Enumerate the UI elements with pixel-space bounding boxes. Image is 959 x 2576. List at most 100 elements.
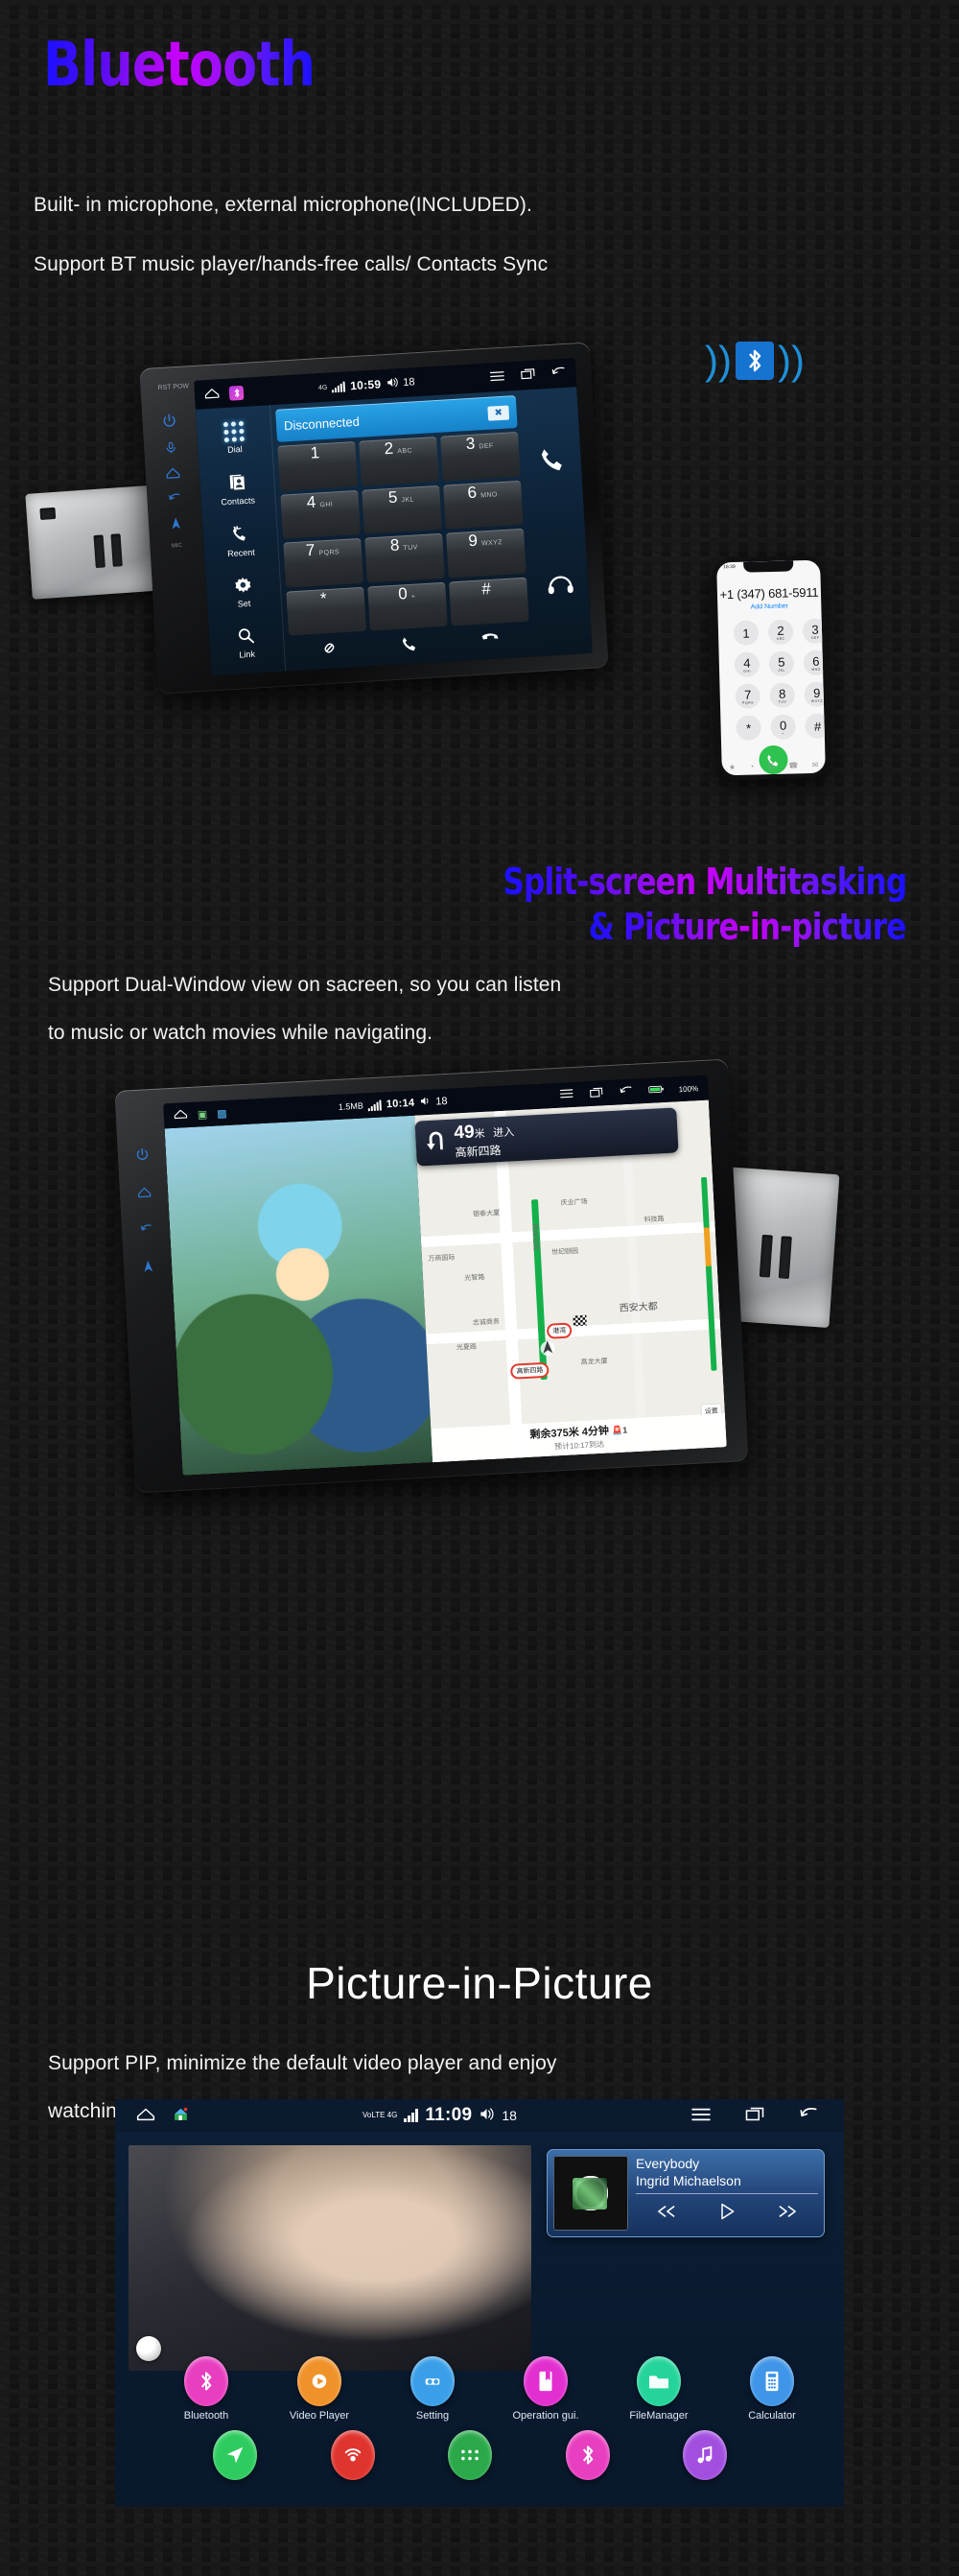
video-icon	[297, 2356, 341, 2406]
phone-tab[interactable]: ★	[729, 763, 736, 771]
keypad-key[interactable]: 0 +	[367, 581, 448, 631]
phone-key[interactable]: *	[736, 715, 761, 741]
playback-controls[interactable]	[636, 2196, 818, 2231]
phone-tab[interactable]: ◔	[749, 762, 754, 770]
home-button[interactable]	[165, 466, 180, 480]
backspace-button[interactable]: ✖	[487, 404, 510, 421]
app-bluetooth[interactable]: Bluetooth	[173, 2356, 240, 2422]
bluetooth-app-icon[interactable]	[228, 385, 245, 401]
pip-drag-handle[interactable]	[136, 2336, 161, 2361]
link-icon[interactable]	[320, 638, 339, 662]
keypad-dots-icon	[222, 421, 246, 443]
headset-icon[interactable]	[547, 571, 575, 601]
app-bluetooth-2[interactable]	[554, 2430, 621, 2480]
app-all-apps[interactable]	[436, 2430, 503, 2480]
app-navigation[interactable]	[201, 2430, 269, 2480]
keypad-key[interactable]: #	[449, 577, 529, 626]
map-app-icon[interactable]: ▩	[217, 1106, 227, 1120]
phone-tab[interactable]: ☎	[788, 761, 798, 769]
phone-key-sub: JKL	[778, 668, 785, 673]
video-window[interactable]	[164, 1115, 433, 1476]
nav-item-contacts[interactable]: Contacts	[220, 472, 255, 508]
phone-key[interactable]: 7 PQRS	[735, 683, 761, 709]
nav-item-link[interactable]: Link	[236, 626, 256, 659]
app-music[interactable]	[671, 2430, 738, 2480]
phone-key[interactable]: #	[805, 713, 830, 740]
recents-icon-pip[interactable]	[744, 2106, 765, 2125]
phone-key-sub: DEF	[810, 635, 820, 640]
head-unit-split: ▣ ▩ 1.5MB 10:14 18 100% 世纪颐园 科技路 光智路 西安大…	[114, 1058, 749, 1494]
map-label: 高龙大厦	[580, 1358, 608, 1366]
keypad-key[interactable]: *	[286, 586, 366, 636]
keypad-key[interactable]: 8 TUV	[364, 532, 445, 583]
u-turn-icon	[423, 1127, 450, 1158]
keypad-key[interactable]: 1	[277, 441, 358, 491]
phone-keypad[interactable]: 1 2 ABC 3 DEF 4 GHI 5 JKL 6 MNO 7 PQRS 8 TUV 9W…	[717, 609, 830, 742]
next-track-icon[interactable]	[777, 2203, 798, 2225]
phone-tab[interactable]: ✉	[812, 761, 819, 769]
app-setting[interactable]: Setting	[399, 2356, 466, 2422]
phone-key[interactable]: 6 MNO	[803, 650, 830, 676]
book-icon	[524, 2356, 568, 2406]
keypad-key[interactable]: 7 PQRS	[283, 537, 363, 588]
menu-icon-pip[interactable]	[690, 2107, 712, 2125]
video-app-icon[interactable]: ▣	[198, 1108, 208, 1122]
phone-key[interactable]: 1	[733, 620, 760, 647]
hangup-icon[interactable]	[480, 629, 500, 653]
mounting-cage	[25, 484, 167, 600]
app-radio[interactable]	[319, 2430, 386, 2480]
home-button-split[interactable]	[137, 1186, 152, 1198]
app-file-manager[interactable]: FileManager	[625, 2356, 692, 2422]
keypad-key[interactable]: 9 WXYZ	[446, 528, 526, 578]
back-button[interactable]	[167, 491, 182, 505]
keypad-key[interactable]: 2 ABC	[359, 436, 439, 486]
launcher-house-icon[interactable]	[173, 2106, 189, 2125]
phone-key[interactable]: 8 TUV	[769, 682, 796, 709]
home-icon-pip[interactable]	[136, 2107, 155, 2124]
keypad-key[interactable]: 3 DEF	[440, 431, 521, 482]
recents-icon[interactable]	[520, 367, 536, 384]
power-button-split[interactable]	[135, 1146, 151, 1162]
back-icon-split[interactable]	[618, 1084, 633, 1099]
back-button-split[interactable]	[139, 1222, 154, 1235]
navigation-icon	[213, 2430, 257, 2480]
dialer-keypad[interactable]: 1 2 ABC 3 DEF 4 GHI 5 JKL 6 MNO 7 PQRS 8 TUV 9W…	[277, 431, 529, 636]
menu-icon[interactable]	[489, 369, 505, 385]
nav-item-recent[interactable]: Recent	[225, 523, 255, 558]
app-operation-guide[interactable]: Operation gui.	[512, 2356, 579, 2422]
nav-label-link: Link	[239, 649, 256, 660]
play-icon[interactable]	[717, 2202, 737, 2226]
split-screen-section: Split-screen Multitasking & Picture-in-p…	[0, 844, 959, 1928]
nav-item-dial[interactable]: Dial	[222, 421, 246, 455]
prev-track-icon[interactable]	[656, 2203, 677, 2225]
recents-icon-split[interactable]	[588, 1086, 603, 1101]
phone-key[interactable]: 0 +	[770, 714, 796, 741]
keypad-key[interactable]: 5 JKL	[362, 484, 442, 534]
keypad-key[interactable]: 6 MNO	[443, 480, 524, 530]
phone-key[interactable]: 4 GHI	[734, 651, 760, 677]
home-icon[interactable]	[204, 387, 221, 402]
phone-key[interactable]: 3 DEF	[802, 618, 829, 645]
nav-button-split[interactable]	[142, 1259, 155, 1274]
keypad-key[interactable]: 4 GHI	[280, 489, 361, 539]
music-widget[interactable]: Everybody Ingrid Michaelson	[547, 2149, 825, 2237]
phone-tab[interactable]: ☷	[768, 762, 775, 770]
app-video-player[interactable]: Video Player	[286, 2356, 353, 2422]
nav-item-set[interactable]: Set	[233, 575, 253, 608]
home-icon-split[interactable]	[174, 1108, 189, 1123]
key-sub: DEF	[479, 442, 494, 451]
menu-icon-split[interactable]	[558, 1088, 573, 1102]
power-button[interactable]	[161, 413, 177, 429]
phone-tab-bar[interactable]: ★ ◔ ☷ ☎ ✉	[722, 761, 826, 772]
back-icon-pip[interactable]	[798, 2106, 819, 2125]
call-icon[interactable]	[400, 633, 419, 657]
back-icon[interactable]	[550, 366, 567, 382]
navigation-button[interactable]	[169, 516, 182, 532]
phone-key[interactable]: 5 JKL	[768, 650, 795, 677]
app-calculator[interactable]: Calculator	[738, 2356, 806, 2422]
mic-button[interactable]	[164, 440, 178, 455]
phone-key[interactable]: 2 ABC	[767, 619, 794, 646]
call-large-icon[interactable]	[538, 442, 569, 478]
phone-key[interactable]: 9 WXYZ	[804, 681, 830, 708]
pip-video-player[interactable]	[129, 2145, 531, 2371]
